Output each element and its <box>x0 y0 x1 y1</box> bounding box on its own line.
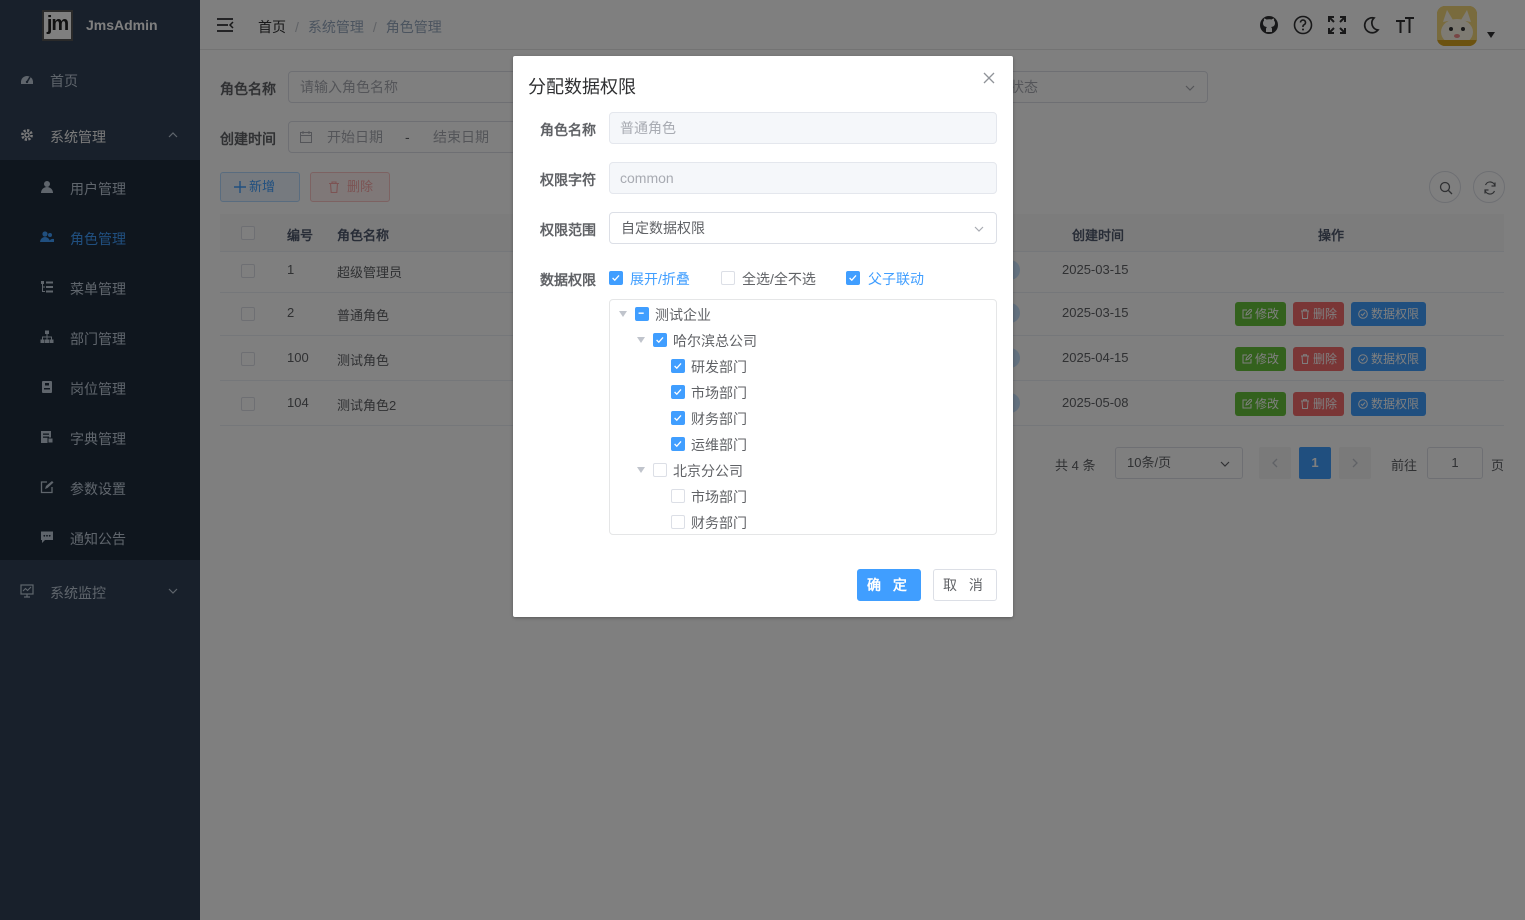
caret-down-icon[interactable] <box>619 311 627 317</box>
tree-node-label: 运维部门 <box>691 437 747 453</box>
tree-checkbox[interactable] <box>653 333 667 347</box>
tree-node[interactable]: 哈尔滨总公司 <box>610 327 990 353</box>
select-all-label[interactable]: 全选/全不选 <box>742 269 816 289</box>
data-scope-label: 权限范围 <box>540 222 596 238</box>
data-scope-dialog: 分配数据权限 角色名称 普通角色 权限字符 common 权限范围 自定数据权限… <box>513 56 1013 617</box>
tree-node-label: 哈尔滨总公司 <box>673 333 757 349</box>
tree-node[interactable]: 运维部门 <box>610 431 990 457</box>
tree-node-label: 研发部门 <box>691 359 747 375</box>
tree-node[interactable]: 测试企业 <box>610 301 990 327</box>
select-all-checkbox[interactable] <box>721 271 735 285</box>
expand-label[interactable]: 展开/折叠 <box>630 269 690 289</box>
tree-checkbox[interactable] <box>671 385 685 399</box>
tree-node-label: 市场部门 <box>691 385 747 401</box>
linkage-checkbox[interactable] <box>846 271 860 285</box>
tree-node[interactable]: 财务部门 <box>610 405 990 431</box>
check-icon <box>656 337 664 344</box>
cancel-button[interactable]: 取 消 <box>933 569 997 601</box>
caret-down-icon[interactable] <box>637 467 645 473</box>
tree-checkbox[interactable] <box>653 463 667 477</box>
check-icon <box>674 389 682 396</box>
tree-node-label: 北京分公司 <box>673 463 743 479</box>
tree-node[interactable]: 财务部门 <box>610 509 990 534</box>
tree-checkbox[interactable] <box>671 489 685 503</box>
chevron-down-icon <box>974 226 984 232</box>
role-name-label: 角色名称 <box>540 122 596 138</box>
data-scope-select[interactable]: 自定数据权限 <box>609 212 997 244</box>
tree-node[interactable]: 研发部门 <box>610 353 990 379</box>
tree-node-label: 财务部门 <box>691 411 747 427</box>
role-key-label: 权限字符 <box>540 172 596 188</box>
confirm-button[interactable]: 确 定 <box>857 569 921 601</box>
check-icon <box>849 275 857 282</box>
dept-tree: 测试企业 哈尔滨总公司 研发部门 市场部门 财务部门 运维部门 北京分公司 市场… <box>609 299 997 535</box>
data-perm-label: 数据权限 <box>540 272 596 288</box>
tree-node-label: 测试企业 <box>655 307 711 323</box>
tree-checkbox[interactable] <box>635 307 649 321</box>
tree-node[interactable]: 市场部门 <box>610 483 990 509</box>
tree-node-label: 财务部门 <box>691 515 747 531</box>
indeterminate-icon <box>638 312 644 314</box>
tree-node[interactable]: 市场部门 <box>610 379 990 405</box>
check-icon <box>612 275 620 282</box>
tree-checkbox[interactable] <box>671 411 685 425</box>
role-name-field: 普通角色 <box>609 112 997 144</box>
tree-checkbox[interactable] <box>671 437 685 451</box>
check-icon <box>674 415 682 422</box>
check-icon <box>674 363 682 370</box>
tree-node-label: 市场部门 <box>691 489 747 505</box>
tree-checkbox[interactable] <box>671 359 685 373</box>
dialog-title: 分配数据权限 <box>528 77 636 97</box>
role-key-field: common <box>609 162 997 194</box>
tree-node[interactable]: 北京分公司 <box>610 457 990 483</box>
linkage-label[interactable]: 父子联动 <box>868 269 924 289</box>
check-icon <box>674 441 682 448</box>
tree-checkbox[interactable] <box>671 515 685 529</box>
data-scope-value: 自定数据权限 <box>621 220 705 236</box>
close-icon[interactable] <box>983 72 995 84</box>
caret-down-icon[interactable] <box>637 337 645 343</box>
expand-checkbox[interactable] <box>609 271 623 285</box>
